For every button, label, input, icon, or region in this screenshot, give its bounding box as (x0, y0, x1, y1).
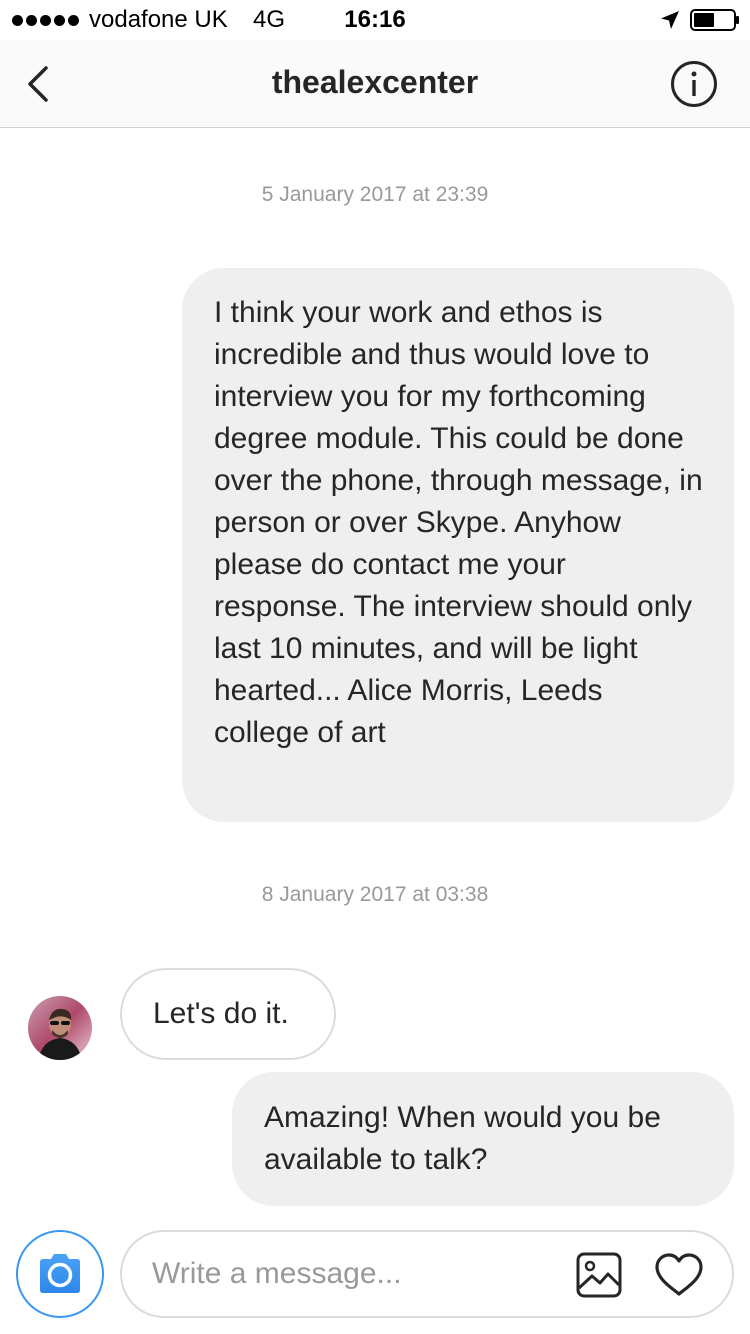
sent-message-bubble[interactable]: I think your work and ethos is incredibl… (182, 268, 734, 822)
message-timestamp: 8 January 2017 at 03:38 (261, 883, 489, 906)
conversation-title[interactable]: thealexcenter (0, 64, 750, 101)
camera-icon (40, 1254, 80, 1293)
status-bar: vodafone UK 4G 16:16 (0, 0, 750, 40)
avatar[interactable] (28, 996, 92, 1060)
message-input[interactable] (152, 1252, 552, 1296)
sent-message-bubble[interactable]: Amazing! When would you be available to … (232, 1072, 734, 1206)
avatar-photo (28, 996, 92, 1060)
battery-icon (690, 9, 739, 31)
camera-button[interactable] (16, 1230, 104, 1318)
message-timestamp: 5 January 2017 at 23:39 (261, 183, 489, 206)
status-time: 16:16 (344, 6, 406, 33)
gallery-icon[interactable] (576, 1252, 622, 1298)
message-composer (120, 1230, 734, 1318)
conversation-header: thealexcenter (0, 40, 750, 128)
info-icon[interactable] (670, 60, 718, 108)
heart-icon[interactable] (654, 1252, 704, 1298)
received-message-bubble[interactable]: Let's do it. (120, 968, 336, 1060)
location-arrow-icon (661, 11, 679, 29)
